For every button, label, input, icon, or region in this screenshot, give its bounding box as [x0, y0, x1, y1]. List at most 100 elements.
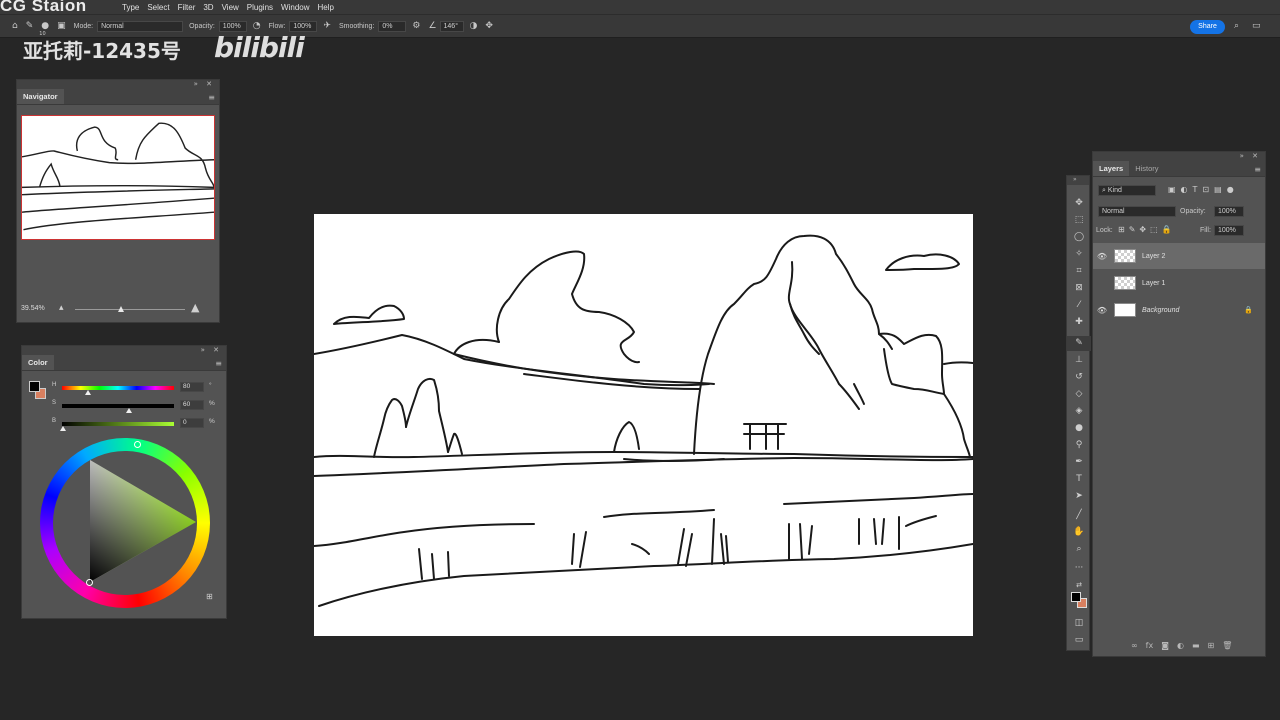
adjustment-layer-icon[interactable]: ◐ — [1177, 641, 1184, 650]
eraser-tool-icon[interactable]: ◇ — [1067, 387, 1091, 402]
toolbar-foreground-swatch[interactable] — [1071, 592, 1081, 602]
move-tool-icon[interactable]: ✥ — [1067, 196, 1091, 211]
layer-name[interactable]: Layer 2 — [1142, 253, 1165, 260]
screen-mode-icon[interactable]: ▭ — [1067, 633, 1091, 648]
saturation-knob[interactable] — [126, 408, 132, 413]
layer-filter-select[interactable]: ⌕ Kind — [1098, 185, 1156, 196]
history-brush-tool-icon[interactable]: ↺ — [1067, 370, 1091, 385]
navigator-zoom-knob[interactable] — [118, 306, 124, 312]
navigator-thumbnail[interactable] — [21, 115, 215, 240]
tab-history[interactable]: History — [1129, 161, 1164, 176]
layer-row[interactable]: Layer 1 — [1093, 270, 1265, 296]
saturation-slider[interactable] — [62, 404, 174, 408]
menu-type[interactable]: Type — [122, 3, 139, 12]
brush-tool-icon[interactable]: ✎ — [1067, 336, 1091, 351]
magic-wand-tool-icon[interactable]: ✧ — [1067, 247, 1091, 262]
smoothing-field[interactable]: 0% — [378, 20, 407, 32]
eyedropper-tool-icon[interactable]: ⁄ — [1067, 298, 1091, 313]
blur-tool-icon[interactable]: ● — [1067, 421, 1091, 436]
frame-tool-icon[interactable]: ⊠ — [1067, 281, 1091, 296]
lasso-tool-icon[interactable]: ◯ — [1067, 230, 1091, 245]
hue-slider[interactable] — [62, 386, 174, 390]
layer-opacity-field[interactable]: 100% — [1214, 206, 1244, 217]
layer-row[interactable]: 👁 Background 🔒 — [1093, 297, 1265, 323]
document-canvas[interactable] — [313, 214, 974, 636]
tab-layers[interactable]: Layers — [1093, 161, 1130, 176]
pressure-opacity-icon[interactable]: ◔ — [253, 21, 261, 31]
workspace-icon[interactable]: ▭ — [1252, 21, 1261, 31]
brush-settings-icon[interactable]: ▣ — [57, 21, 66, 31]
healing-tool-icon[interactable]: ✚ — [1067, 315, 1091, 330]
brightness-value[interactable]: 0 — [180, 418, 204, 428]
brush-tool-icon[interactable]: ✎ — [26, 21, 34, 31]
tab-color[interactable]: Color — [22, 355, 54, 370]
menu-plugins[interactable]: Plugins — [247, 3, 273, 12]
pressure-size-icon[interactable]: ◑ — [470, 21, 478, 31]
hue-wheel-marker[interactable] — [134, 441, 141, 448]
panel-collapse-close-icon[interactable]: » ✕ — [194, 80, 215, 88]
panel-menu-icon[interactable]: ≡ — [208, 93, 215, 102]
menu-help[interactable]: Help — [318, 3, 334, 12]
layer-name[interactable]: Background — [1142, 307, 1179, 314]
blend-mode-select[interactable]: Normal — [1098, 206, 1176, 217]
tools-collapse-icon[interactable]: » — [1067, 176, 1089, 185]
zoom-out-icon[interactable]: ▴ — [59, 303, 64, 313]
line-tool-icon[interactable]: ╱ — [1067, 508, 1091, 523]
more-tools-icon[interactable]: ··· — [1067, 561, 1091, 576]
search-icon[interactable]: ⌕ — [1234, 21, 1239, 31]
opacity-field[interactable]: 100% — [218, 20, 247, 32]
mode-select[interactable]: Normal — [97, 20, 184, 32]
group-icon[interactable]: ▬ — [1192, 641, 1200, 650]
filter-type-icons[interactable]: ▣◐T⊡▤● — [1168, 185, 1239, 194]
brush-preset-icon[interactable]: ● 10 — [39, 21, 49, 37]
add-mask-icon[interactable]: ◙ — [1161, 641, 1169, 650]
angle-field[interactable]: 146° — [439, 20, 464, 32]
link-layers-icon[interactable]: ∞ — [1131, 641, 1138, 650]
zoom-in-icon[interactable]: ▲ — [191, 301, 199, 314]
quick-mask-icon[interactable]: ◫ — [1067, 616, 1091, 631]
menu-select[interactable]: Select — [147, 3, 169, 12]
pen-tool-icon[interactable]: ✒ — [1067, 455, 1091, 470]
navigator-zoom-value[interactable]: 39.54% — [21, 305, 45, 312]
eye-icon[interactable]: 👁 — [1093, 252, 1111, 261]
stamp-tool-icon[interactable]: ⊥ — [1067, 353, 1091, 368]
hand-tool-icon[interactable]: ✋ — [1067, 525, 1091, 540]
menu-view[interactable]: View — [222, 3, 239, 12]
saturation-value[interactable]: 60 — [180, 400, 204, 410]
home-icon[interactable]: ⌂ — [12, 21, 18, 31]
dodge-tool-icon[interactable]: ⚲ — [1067, 438, 1091, 453]
layer-style-icon[interactable]: fx — [1146, 641, 1154, 650]
panel-collapse-close-icon[interactable]: » ✕ — [1240, 152, 1261, 160]
type-tool-icon[interactable]: T — [1067, 472, 1091, 487]
brightness-knob[interactable] — [60, 426, 66, 431]
expand-icon[interactable]: ⊞ — [206, 592, 213, 601]
navigator-zoom-slider[interactable] — [75, 309, 185, 310]
layer-name[interactable]: Layer 1 — [1142, 280, 1165, 287]
share-button[interactable]: Share — [1190, 20, 1225, 34]
panel-menu-icon[interactable]: ≡ — [1254, 165, 1261, 174]
flow-field[interactable]: 100% — [289, 20, 318, 32]
layer-row[interactable]: 👁 Layer 2 — [1093, 243, 1265, 269]
panel-collapse-close-icon[interactable]: » ✕ — [201, 346, 222, 354]
crop-tool-icon[interactable]: ⌗ — [1067, 264, 1091, 279]
menu-filter[interactable]: Filter — [178, 3, 196, 12]
zoom-tool-icon[interactable]: ⌕ — [1067, 542, 1091, 557]
paint-bucket-tool-icon[interactable]: ◈ — [1067, 404, 1091, 419]
menu-3d[interactable]: 3D — [203, 3, 213, 12]
hue-knob[interactable] — [85, 390, 91, 395]
brightness-slider[interactable] — [62, 422, 174, 426]
menu-window[interactable]: Window — [281, 3, 309, 12]
saturation-brightness-triangle[interactable] — [82, 456, 202, 586]
swap-colors-icon[interactable]: ⇄ — [1067, 578, 1091, 593]
fill-field[interactable]: 100% — [1214, 225, 1244, 236]
new-layer-icon[interactable]: ⊞ — [1208, 641, 1215, 650]
panel-menu-icon[interactable]: ≡ — [215, 359, 222, 368]
path-selection-tool-icon[interactable]: ➤ — [1067, 489, 1091, 504]
triangle-marker[interactable] — [86, 579, 93, 586]
delete-layer-icon[interactable]: 🗑 — [1222, 641, 1232, 650]
symmetry-icon[interactable]: ✥ — [485, 21, 493, 31]
marquee-tool-icon[interactable]: ⬚ — [1067, 213, 1091, 228]
tab-navigator[interactable]: Navigator — [17, 89, 64, 104]
lock-options-icons[interactable]: ⊞✎✥⬚🔒 — [1118, 225, 1176, 234]
eye-icon[interactable]: 👁 — [1093, 306, 1111, 315]
